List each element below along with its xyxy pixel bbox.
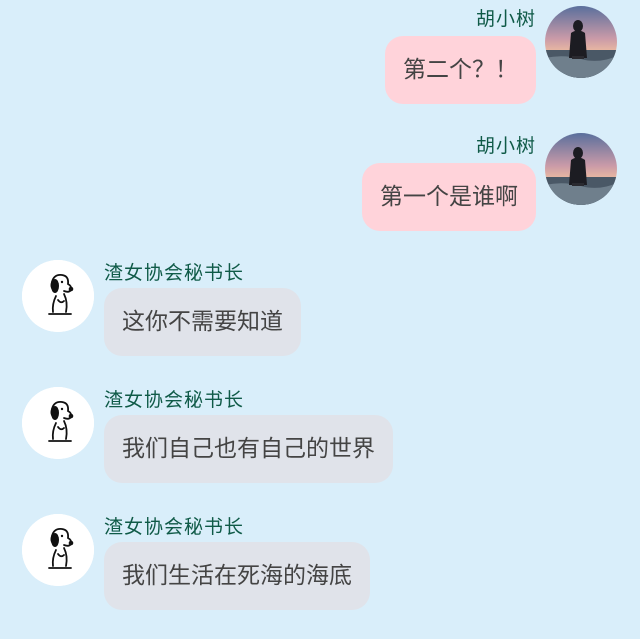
chat-message: 胡小树 第二个？！ [0, 4, 640, 124]
sender-name: 胡小树 [475, 135, 536, 157]
snoopy-avatar[interactable] [22, 514, 94, 586]
sender-name: 胡小树 [475, 8, 536, 30]
chat-message: 渣女协会秘书长 这你不需要知道 [0, 258, 640, 378]
message-bubble[interactable]: 第一个是谁啊 [362, 163, 536, 231]
message-bubble[interactable]: 我们自己也有自己的世界 [104, 415, 393, 483]
message-bubble[interactable]: 第二个？！ [385, 36, 536, 104]
chat-message: 胡小树 第一个是谁啊 [0, 131, 640, 251]
chat-message: 渣女协会秘书长 我们生活在死海的海底 [0, 512, 640, 632]
photo-avatar[interactable] [545, 133, 617, 205]
message-bubble[interactable]: 我们生活在死海的海底 [104, 542, 370, 610]
sender-name: 渣女协会秘书长 [104, 516, 245, 538]
photo-avatar[interactable] [545, 6, 617, 78]
sender-name: 渣女协会秘书长 [104, 262, 245, 284]
chat-message: 渣女协会秘书长 我们自己也有自己的世界 [0, 385, 640, 505]
snoopy-avatar[interactable] [22, 260, 94, 332]
message-bubble[interactable]: 这你不需要知道 [104, 288, 301, 356]
sender-name: 渣女协会秘书长 [104, 389, 245, 411]
snoopy-avatar[interactable] [22, 387, 94, 459]
